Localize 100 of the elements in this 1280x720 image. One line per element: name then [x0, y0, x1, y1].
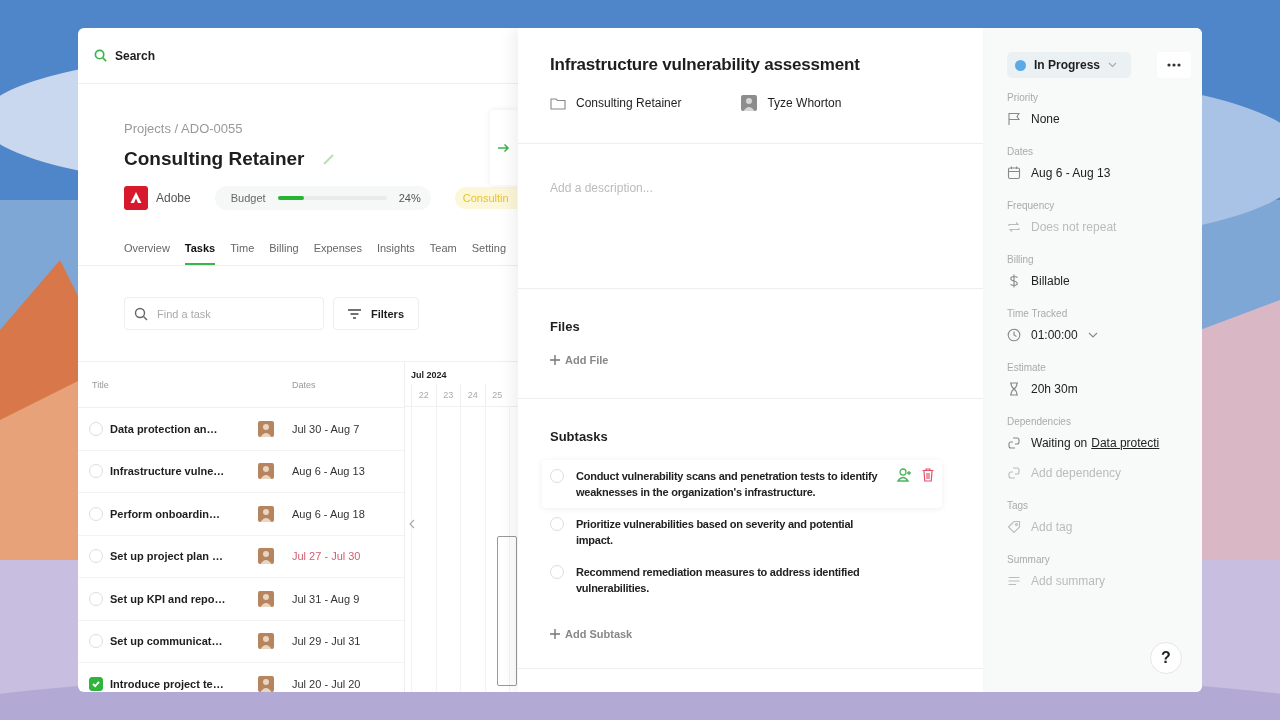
avatar-icon	[258, 590, 274, 607]
column-header: Title	[92, 380, 109, 390]
project-link[interactable]: Consulting Retainer	[576, 96, 682, 110]
task-dates: Aug 6 - Aug 18	[292, 507, 365, 520]
checkbox[interactable]	[89, 676, 103, 691]
project-tag: Consultin	[454, 187, 517, 209]
tab[interactable]: Expenses	[313, 242, 362, 265]
trash-icon[interactable]	[922, 468, 934, 482]
task-title[interactable]: Data protection an…	[110, 422, 252, 435]
field-value[interactable]: 01:00:00	[1031, 328, 1078, 342]
tab[interactable]: Billing	[269, 242, 299, 265]
flag-icon	[1007, 112, 1021, 126]
hourglass-icon	[1007, 382, 1021, 396]
subtask-row[interactable]: Prioritize vulnerabilities based on severity and potential impact.	[542, 508, 942, 556]
task-title[interactable]: Introduce project te…	[110, 677, 252, 690]
search-button[interactable]: Search	[94, 48, 156, 63]
expand-tab[interactable]	[490, 110, 518, 185]
add-file-button[interactable]: Add File	[550, 354, 609, 366]
avatar-icon	[258, 505, 274, 522]
tab[interactable]: Overview	[124, 242, 170, 265]
task-dates: Jul 29 - Jul 31	[292, 635, 361, 648]
gantt-bar[interactable]	[497, 536, 517, 686]
field-value[interactable]: Billable	[1031, 274, 1070, 288]
filters-button[interactable]: Filters	[333, 297, 419, 330]
more-icon	[1167, 63, 1182, 67]
dependency-link[interactable]: Data protecti	[1091, 436, 1160, 450]
subtask-text: Conduct vulnerability scans and penetration tests to identify weaknesses in the organization's infrastructure.	[576, 469, 878, 500]
dollar-icon	[1007, 274, 1021, 288]
tab[interactable]: Team	[429, 242, 457, 265]
calendar-icon	[1007, 166, 1021, 180]
task-title[interactable]: Perform onboardin…	[110, 507, 252, 520]
section-heading: Subtasks	[550, 429, 609, 444]
subtask-row[interactable]: Conduct vulnerability scans and penetration tests to identify weaknesses in the organization's infrastructure.	[542, 460, 942, 508]
task-title[interactable]: Infrastructure vulne…	[110, 465, 252, 478]
task-dates: Aug 6 - Aug 13	[292, 465, 365, 478]
tab[interactable]: Insights	[376, 242, 415, 265]
pencil-icon[interactable]	[322, 153, 335, 165]
assignee-name[interactable]: Tyze Whorton	[767, 96, 842, 110]
chevron-down-icon	[1108, 62, 1118, 68]
field-label: Time Tracked	[1007, 308, 1069, 319]
check-icon	[91, 678, 101, 689]
subtask-text: Recommend remediation measures to address identified vulnerabilities.	[576, 565, 861, 596]
field-label: Billing	[1007, 254, 1035, 265]
field-label: Dates	[1007, 146, 1035, 157]
folder-icon	[550, 96, 566, 110]
add-subtask-button[interactable]: Add Subtask	[550, 628, 633, 640]
client-name: Adobe	[156, 191, 191, 205]
field-label: Frequency	[1007, 200, 1056, 211]
task-title[interactable]: Set up project plan …	[110, 550, 252, 563]
tab[interactable]: Time	[230, 242, 255, 265]
avatar-icon	[258, 420, 274, 437]
plus-icon	[550, 629, 560, 639]
column-header: Dates	[292, 380, 316, 390]
field-label: Tags	[1007, 500, 1030, 511]
more-button[interactable]	[1157, 52, 1192, 78]
add-user-icon[interactable]	[897, 468, 912, 482]
field-value[interactable]: None	[1031, 112, 1060, 126]
chevron-down-icon[interactable]	[1087, 332, 1098, 338]
tag-icon	[1007, 520, 1021, 534]
avatar-icon	[741, 95, 758, 111]
plus-icon	[550, 355, 560, 365]
project-title: Consulting Retainer	[124, 148, 305, 170]
field-value[interactable]: Aug 6 - Aug 13	[1031, 166, 1111, 180]
task-title[interactable]: Set up KPI and repo…	[110, 592, 252, 605]
field-value[interactable]: 20h 30m	[1031, 382, 1078, 396]
clock-icon	[1007, 328, 1021, 342]
task-dates: Jul 27 - Jul 30	[292, 550, 361, 563]
search-icon	[94, 49, 107, 62]
search-field[interactable]: Find a task	[124, 297, 324, 330]
link-icon	[1007, 466, 1021, 480]
avatar-icon	[258, 675, 274, 692]
budget-label: Budget	[230, 192, 266, 204]
budget-percent: 24%	[398, 192, 421, 204]
repeat-icon	[1007, 220, 1021, 234]
avatar-icon	[258, 463, 274, 480]
subtask-row[interactable]: Recommend remediation measures to address identified vulnerabilities.	[542, 556, 942, 604]
day-label: 24	[460, 384, 485, 406]
tab[interactable]: Setting	[471, 242, 506, 265]
task-title-field[interactable]: Infrastructure vulnerability assessment	[550, 55, 983, 75]
logo-icon	[124, 186, 148, 210]
search-icon	[134, 307, 148, 321]
help-button[interactable]: ?	[1150, 642, 1182, 674]
status-dropdown[interactable]: In Progress	[1007, 52, 1132, 78]
avatar-icon	[258, 633, 274, 650]
link-icon	[1007, 436, 1021, 450]
tab[interactable]: Tasks	[184, 242, 216, 265]
field-label: Dependencies	[1007, 416, 1072, 427]
filter-icon	[348, 308, 361, 319]
task-dates: Jul 20 - Jul 20	[292, 677, 361, 690]
field-value[interactable]: Waiting on	[1031, 436, 1088, 450]
month-label: Jul 2024	[410, 369, 448, 382]
task-dates: Jul 30 - Aug 7	[292, 422, 360, 435]
task-title[interactable]: Set up communicat…	[110, 635, 252, 648]
field-label: Estimate	[1007, 362, 1047, 373]
day-label: 25	[484, 384, 509, 406]
lines-icon	[1007, 574, 1021, 588]
section-heading: Files	[550, 319, 581, 334]
breadcrumb: Projects / ADO-0055	[124, 121, 244, 136]
day-label: 23	[435, 384, 460, 406]
day-label: 22	[411, 384, 436, 406]
